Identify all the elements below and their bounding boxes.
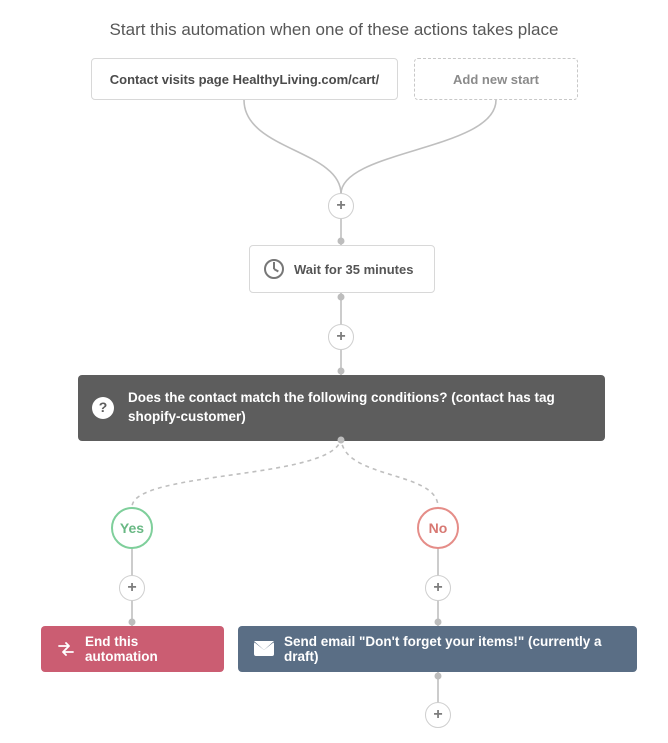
branch-no-pill: No <box>417 507 459 549</box>
add-new-start-button[interactable]: Add new start <box>414 58 578 100</box>
connector-dot <box>129 619 136 626</box>
automation-heading: Start this automation when one of these … <box>0 20 668 40</box>
end-automation-card[interactable]: End this automation <box>41 626 224 672</box>
connector-dot <box>338 294 345 301</box>
add-step-button[interactable]: + <box>425 702 451 728</box>
add-step-button[interactable]: + <box>119 575 145 601</box>
connector-dot <box>435 673 442 680</box>
end-automation-label: End this automation <box>85 634 208 664</box>
send-email-label: Send email "Don't forget your items!" (c… <box>284 634 621 664</box>
help-icon: ? <box>92 397 114 419</box>
branch-yes-label: Yes <box>120 520 144 536</box>
send-email-card[interactable]: Send email "Don't forget your items!" (c… <box>238 626 637 672</box>
connector-dot <box>338 437 345 444</box>
condition-card[interactable]: ? Does the contact match the following c… <box>78 375 605 441</box>
connector-dot <box>338 238 345 245</box>
add-new-start-label: Add new start <box>453 72 539 87</box>
add-step-button[interactable]: + <box>328 324 354 350</box>
start-trigger-card[interactable]: Contact visits page HealthyLiving.com/ca… <box>91 58 398 100</box>
wait-step-label: Wait for 35 minutes <box>294 262 413 277</box>
cycle-icon <box>57 642 75 656</box>
connector-dot <box>435 619 442 626</box>
add-step-button[interactable]: + <box>328 193 354 219</box>
add-step-button[interactable]: + <box>425 575 451 601</box>
wait-step-card[interactable]: Wait for 35 minutes <box>249 245 435 293</box>
condition-text: Does the contact match the following con… <box>128 390 555 424</box>
start-trigger-label: Contact visits page HealthyLiving.com/ca… <box>110 72 379 87</box>
clock-icon <box>264 259 284 279</box>
branch-no-label: No <box>429 520 448 536</box>
connector-dot <box>338 368 345 375</box>
branch-yes-pill: Yes <box>111 507 153 549</box>
envelope-icon <box>254 642 274 656</box>
